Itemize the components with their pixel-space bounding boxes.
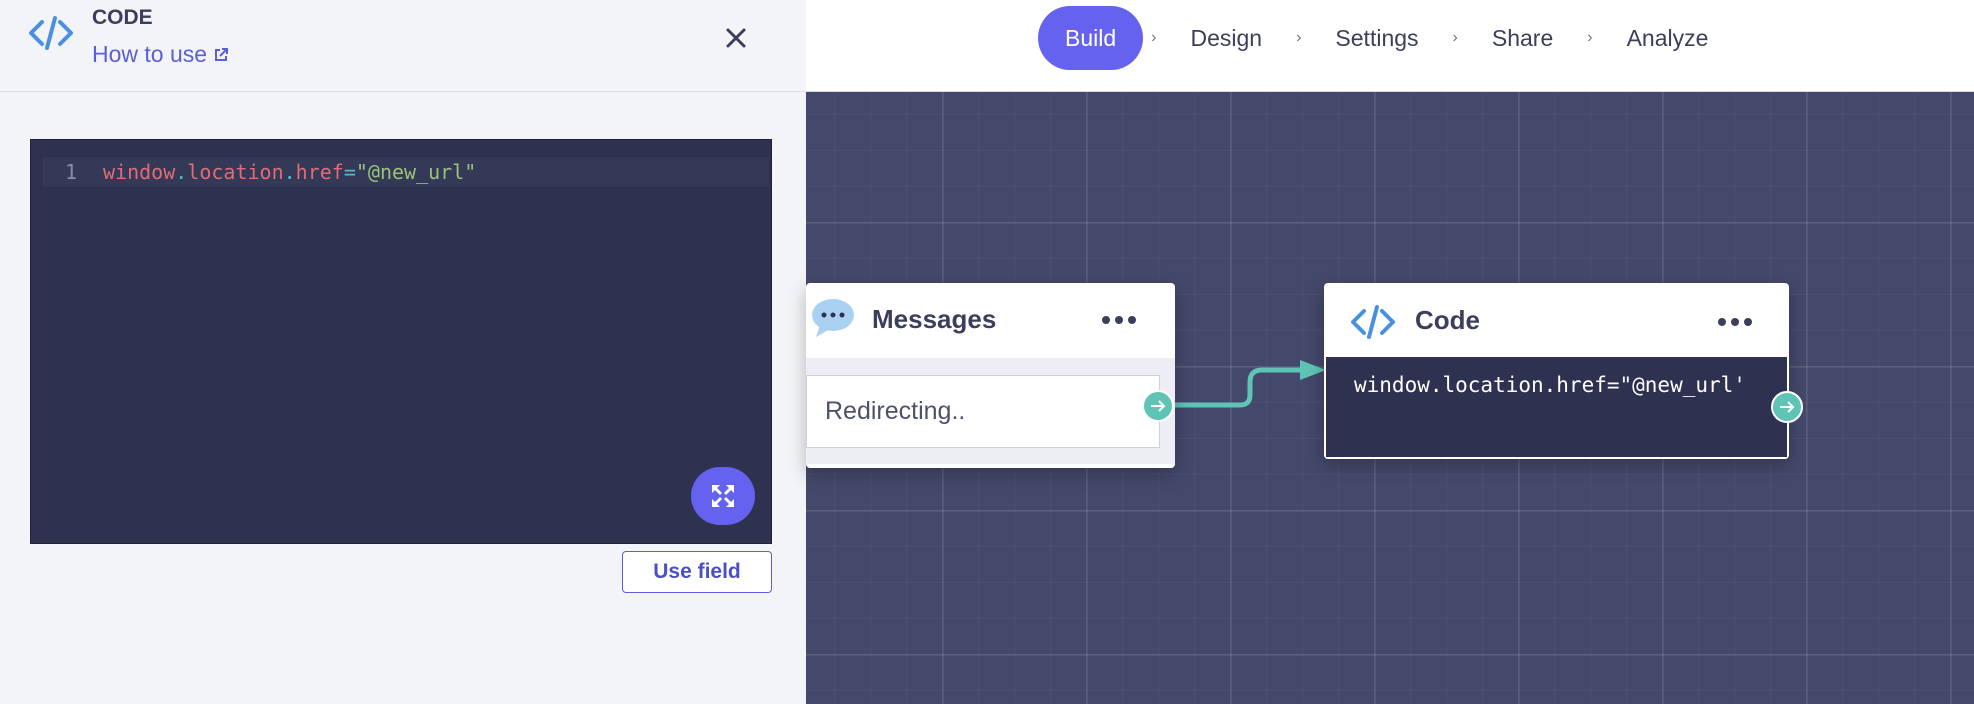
more-dot-icon	[1731, 318, 1739, 326]
code-node-preview: window.location.href="@new_url'	[1326, 357, 1787, 457]
messages-node-title: Messages	[872, 304, 997, 334]
code-node-menu-button[interactable]	[1718, 318, 1752, 326]
more-dot-icon	[1744, 318, 1752, 326]
speech-bubble-icon	[812, 299, 854, 337]
more-dot-icon	[1115, 316, 1123, 324]
more-dot-icon	[1718, 318, 1726, 326]
messages-node-menu-button[interactable]	[1102, 316, 1136, 324]
messages-node[interactable]: Messages Redirecting..	[806, 283, 1175, 468]
messages-output-port[interactable]	[1142, 390, 1174, 422]
code-brackets-icon	[1351, 305, 1395, 339]
arrow-right-icon	[1151, 400, 1166, 412]
message-text[interactable]: Redirecting..	[806, 375, 1160, 448]
code-node[interactable]: Code window.location.href="@new_url'	[1324, 283, 1803, 459]
code-output-port[interactable]	[1771, 391, 1803, 423]
arrow-right-icon	[1780, 401, 1795, 413]
code-node-title: Code	[1415, 305, 1480, 335]
more-dot-icon	[1128, 316, 1136, 324]
more-dot-icon	[1102, 316, 1110, 324]
